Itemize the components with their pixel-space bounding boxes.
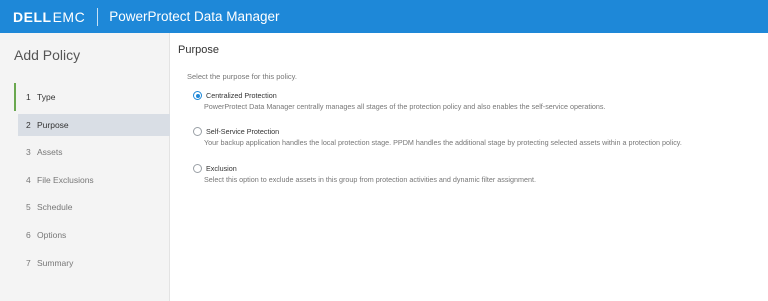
step-label: Type [37,92,56,102]
option-description: Select this option to exclude assets in … [204,175,536,184]
step-number: 3 [26,147,31,158]
step-label: File Exclusions [37,174,94,185]
step-schedule[interactable]: 5 Schedule [14,196,170,218]
step-file-exclusions[interactable]: 4 File Exclusions [14,169,170,191]
step-label: Options [37,229,67,240]
option-description: PowerProtect Data Manager centrally mana… [204,102,606,111]
app-title: PowerProtect Data Manager [109,9,280,24]
section-title: Purpose [178,44,219,56]
step-purpose[interactable]: 2 Purpose [18,113,170,136]
option-label[interactable]: Self-Service Protection [206,127,279,136]
step-number: 1 [26,92,31,102]
top-bar: DELL EMC PowerProtect Data Manager [0,0,768,33]
wizard-title: Add Policy [14,47,81,63]
brand-logo: DELL EMC [13,9,85,25]
brand-emc: EMC [52,8,86,25]
radio-self-service-protection[interactable] [193,127,202,136]
option-label[interactable]: Centralized Protection [206,91,277,100]
option-label[interactable]: Exclusion [206,164,237,173]
step-assets[interactable]: 3 Assets [14,141,170,163]
step-label: Schedule [37,202,73,213]
step-label: Assets [37,147,63,158]
wizard-sidebar: Add Policy 1 Type 2 Purpose 3 Assets 4 F… [0,33,170,301]
intro-text: Select the purpose for this policy. [187,72,297,81]
wizard-steps: 1 Type 2 Purpose 3 Assets 4 File Exclusi… [14,83,170,279]
step-label: Purpose [37,119,69,130]
radio-centralized-protection[interactable] [193,91,202,100]
option-description: Your backup application handles the loca… [204,138,682,147]
brand-divider [97,7,99,26]
step-label: Summary [37,257,74,268]
step-number: 2 [26,119,31,130]
step-summary[interactable]: 7 Summary [14,252,170,274]
step-number: 6 [26,229,31,240]
step-number: 7 [26,257,31,268]
main-content: Purpose Select the purpose for this poli… [178,33,768,301]
step-options[interactable]: 6 Options [14,224,170,246]
step-type[interactable]: 1 Type [14,83,170,111]
brand-dell: DELL [13,8,52,25]
step-number: 4 [26,174,31,185]
step-number: 5 [26,202,31,213]
radio-exclusion[interactable] [193,164,202,173]
